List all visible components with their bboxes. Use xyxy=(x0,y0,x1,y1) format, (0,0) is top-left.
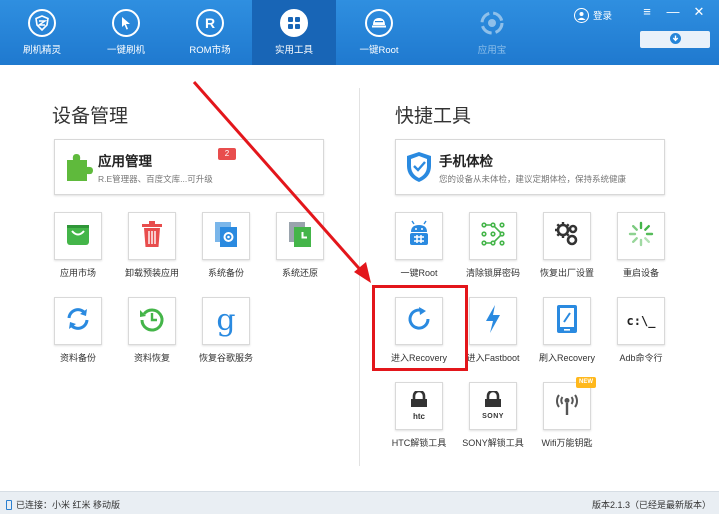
android-root-icon xyxy=(405,220,433,253)
nav-tab-one-click-flash[interactable]: 一键刷机 xyxy=(84,0,168,65)
check-shield-icon xyxy=(404,150,434,184)
nav-label: ROM市场 xyxy=(189,45,231,56)
phone-icon xyxy=(6,499,12,510)
card-title: 应用管理 xyxy=(98,154,152,169)
update-count-badge: 2 xyxy=(218,148,236,160)
connection-text: 已连接：小米 红米 移动版 xyxy=(16,500,121,510)
google-g-icon: g xyxy=(216,303,236,338)
card-description: 您的设备从未体检，建议定期体检，保持系统健康 xyxy=(439,174,627,184)
app-treasure-icon xyxy=(478,9,506,37)
padlock-icon xyxy=(409,389,429,412)
refresh-arrow-icon xyxy=(405,305,433,338)
nav-tab-rom-market[interactable]: R ROM市场 xyxy=(168,0,252,65)
nav-tab-utilities[interactable]: 实用工具 xyxy=(252,0,336,65)
tile-adb-command-line[interactable]: c:\_ Adb命令行 xyxy=(603,297,679,367)
tile-label: 重启设备 xyxy=(622,268,659,278)
minimize-icon[interactable]: — xyxy=(664,4,682,20)
tile-wifi-master-key[interactable]: NEW Wifi万能钥匙 xyxy=(529,377,605,452)
app-management-card[interactable]: 应用管理 2 R.E管理器、百度文库...可升级 xyxy=(54,139,324,195)
nav-label: 实用工具 xyxy=(274,45,313,56)
status-bar: 已连接：小米 红米 移动版 版本2.1.3（已经是最新版本） xyxy=(0,491,719,514)
card-description: R.E管理器、百度文库...可升级 xyxy=(98,174,213,184)
login-button[interactable]: 登录 xyxy=(574,7,612,23)
system-backup-icon xyxy=(213,220,239,253)
htc-brand-logo: htc xyxy=(413,412,425,421)
tablet-edit-icon xyxy=(555,304,579,339)
card-title: 手机体检 xyxy=(439,154,493,169)
connection-status: 已连接：小米 红米 移动版 xyxy=(6,498,120,511)
history-icon xyxy=(138,305,166,338)
padlock-icon xyxy=(483,389,503,412)
nav-label: 刷机精灵 xyxy=(22,45,61,56)
shopping-bag-icon xyxy=(65,221,91,252)
root-helmet-icon xyxy=(365,9,393,37)
quick-tools-title: 快捷工具 xyxy=(395,106,472,127)
r-letter-icon: R xyxy=(196,9,224,37)
login-label: 登录 xyxy=(593,11,613,22)
cursor-arrow-icon xyxy=(112,9,140,37)
tile-label: Wifi万能钥匙 xyxy=(541,438,593,448)
loading-spinner-icon xyxy=(627,220,655,253)
gears-icon xyxy=(553,220,581,253)
terminal-icon: c:\_ xyxy=(626,314,656,328)
lightning-icon xyxy=(483,304,503,339)
tile-system-restore[interactable]: 系统还原 xyxy=(262,212,338,282)
close-icon[interactable]: ✕ xyxy=(690,4,708,20)
pattern-lock-icon xyxy=(479,220,507,253)
system-restore-icon xyxy=(287,220,313,253)
tile-restore-google-services[interactable]: g 恢复谷歌服务 xyxy=(188,297,264,367)
top-nav-bar: 刷机精灵 一键刷机 R ROM市场 实用工具 一键Root 应用宝 登录 ≡ —… xyxy=(0,0,719,65)
new-badge: NEW xyxy=(576,377,596,388)
shield-logo-icon xyxy=(28,9,56,37)
tile-label: Adb命令行 xyxy=(619,353,663,363)
nav-tab-one-click-root[interactable]: 一键Root xyxy=(337,0,421,65)
nav-label: 一键刷机 xyxy=(106,45,145,56)
sync-icon xyxy=(64,305,92,338)
sony-brand-logo: SONY xyxy=(482,413,504,420)
nav-tab-app-treasure[interactable]: 应用宝 xyxy=(450,0,534,65)
phone-checkup-card[interactable]: 手机体检 您的设备从未体检，建议定期体检，保持系统健康 xyxy=(395,139,665,195)
nav-label: 一键Root xyxy=(359,45,399,56)
download-button[interactable] xyxy=(640,31,710,48)
version-text: 版本2.1.3（已经是最新版本） xyxy=(591,500,711,510)
trash-icon xyxy=(140,220,164,253)
download-arrow-icon xyxy=(669,31,681,49)
menu-icon[interactable]: ≡ xyxy=(638,4,656,20)
puzzle-icon xyxy=(63,150,93,184)
grid-tools-icon xyxy=(280,9,308,37)
tile-label: 系统还原 xyxy=(281,268,318,278)
tile-reboot-device[interactable]: 重启设备 xyxy=(603,212,679,282)
tile-label: 恢复谷歌服务 xyxy=(198,353,253,363)
device-management-title: 设备管理 xyxy=(52,106,129,127)
nav-label: 应用宝 xyxy=(477,45,507,56)
wifi-key-icon xyxy=(553,391,581,422)
section-divider xyxy=(359,88,360,466)
nav-tab-flash-wizard[interactable]: 刷机精灵 xyxy=(0,0,84,65)
user-avatar-icon xyxy=(574,7,589,23)
